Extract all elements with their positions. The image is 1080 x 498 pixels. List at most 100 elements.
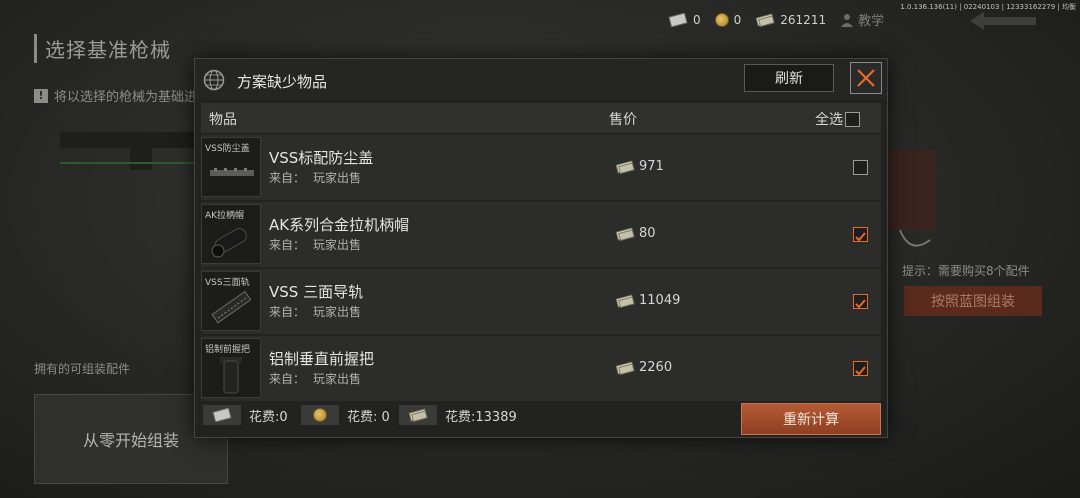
item-checkbox[interactable] — [853, 294, 868, 309]
cash-icon — [615, 159, 635, 174]
weapon-silhouette-left — [60, 132, 200, 170]
tutorial-button[interactable]: 教学 — [840, 10, 884, 29]
item-price: 11049 — [615, 293, 680, 308]
checkmark-icon — [855, 299, 866, 309]
thumbnail-label: 铝制前握把 — [205, 345, 251, 355]
missing-items-dialog: 方案缺少物品 刷新 物品 售价 全选 VSS防尘盖 VSS标配防尘盖 来自： 玩家… — [194, 58, 888, 438]
item-source: 来自： 玩家出售 — [269, 236, 369, 253]
source-prefix: 来自： — [269, 171, 306, 185]
person-icon — [841, 13, 854, 27]
item-list: VSS防尘盖 VSS标配防尘盖 来自： 玩家出售 971 AK拉柄帽 AK系列合金… — [195, 135, 889, 403]
source-prefix: 来自： — [269, 372, 306, 386]
checkmark-icon — [855, 366, 866, 376]
dust-cover-image — [210, 168, 254, 176]
dialog-title: 方案缺少物品 — [237, 73, 328, 91]
voucher-amount: 0 — [693, 12, 701, 27]
page-title: 选择基准枪械 — [34, 34, 171, 63]
price-value: 80 — [639, 226, 656, 241]
notice: ! 将以选择的枪械为基础进 — [34, 86, 197, 105]
item-checkbox[interactable] — [853, 227, 868, 242]
select-all-checkbox[interactable] — [845, 111, 860, 127]
item-source: 来自： 玩家出售 — [269, 370, 369, 387]
dialog-header: 方案缺少物品 刷新 — [195, 59, 887, 99]
globe-icon — [203, 69, 225, 91]
item-name: VSS标配防尘盖 — [269, 149, 374, 167]
item-price: 80 — [615, 226, 656, 241]
item-row[interactable]: VSS防尘盖 VSS标配防尘盖 来自： 玩家出售 971 — [201, 135, 881, 200]
cash-cost-value: 花费:13389 — [445, 409, 517, 425]
cash-icon — [615, 226, 635, 241]
owned-parts-label: 拥有的可组装配件 — [34, 362, 131, 376]
close-icon — [857, 69, 875, 87]
select-all-label: 全选 — [815, 112, 843, 128]
purchase-hint: 提示：需要购买8个配件 — [902, 264, 1030, 278]
item-price: 2260 — [615, 360, 672, 375]
cash-icon — [399, 405, 437, 425]
item-price: 971 — [615, 159, 664, 174]
item-name: VSS 三面导轨 — [269, 283, 364, 301]
source-value: 玩家出售 — [313, 238, 362, 252]
source-prefix: 来自： — [269, 238, 306, 252]
voucher-cost-value: 花费:0 — [249, 409, 288, 425]
item-thumbnail: 铝制前握把 — [201, 338, 261, 398]
back-arrow-icon — [970, 12, 1036, 30]
warning-icon: ! — [34, 88, 48, 103]
back-button[interactable] — [964, 8, 1042, 34]
refresh-button[interactable]: 刷新 — [744, 64, 834, 92]
source-value: 玩家出售 — [313, 171, 362, 185]
rail-image — [211, 290, 252, 324]
item-name: 铝制垂直前握把 — [269, 350, 375, 368]
item-row[interactable]: AK拉柄帽 AK系列合金拉机柄帽 来自： 玩家出售 80 — [201, 202, 881, 267]
blueprint-assemble-button[interactable]: 按照蓝图组装 — [904, 286, 1042, 316]
cash-icon — [755, 12, 775, 27]
price-value: 11049 — [639, 293, 681, 308]
source-prefix: 来自： — [269, 305, 306, 319]
item-thumbnail: VSS防尘盖 — [201, 137, 261, 197]
coin-balance: 0 — [714, 12, 742, 27]
item-thumbnail: AK拉柄帽 — [201, 204, 261, 264]
item-checkbox[interactable] — [853, 160, 868, 175]
thumbnail-label: AK拉柄帽 — [205, 211, 245, 221]
handle-cap-image — [211, 228, 247, 258]
close-button[interactable] — [850, 62, 882, 94]
source-value: 玩家出售 — [313, 305, 362, 319]
cash-icon — [615, 360, 635, 375]
cash-cost: 花费:13389 — [399, 405, 517, 425]
thumbnail-label: VSS三面轨 — [205, 278, 250, 288]
voucher-icon — [203, 405, 241, 425]
cash-amount: 261211 — [780, 12, 827, 27]
column-item: 物品 — [209, 112, 237, 128]
voucher-icon — [668, 12, 688, 27]
voucher-balance: 0 — [668, 12, 701, 27]
cash-icon — [615, 293, 635, 308]
source-value: 玩家出售 — [313, 372, 362, 386]
coin-icon — [714, 12, 729, 27]
item-checkbox[interactable] — [853, 361, 868, 376]
price-value: 2260 — [639, 360, 673, 375]
coin-cost: 花费: 0 — [301, 405, 390, 425]
foregrip-image — [220, 357, 242, 394]
column-price: 售价 — [609, 112, 637, 128]
notice-text: 将以选择的枪械为基础进 — [54, 90, 198, 105]
item-row[interactable]: 铝制前握把 铝制垂直前握把 来自： 玩家出售 2260 — [201, 336, 881, 401]
weapon-silhouette-right — [888, 150, 936, 247]
table-header: 物品 售价 全选 — [201, 103, 881, 133]
item-thumbnail: VSS三面轨 — [201, 271, 261, 331]
item-source: 来自： 玩家出售 — [269, 169, 369, 186]
select-all[interactable]: 全选 — [815, 109, 860, 129]
item-row[interactable]: VSS三面轨 VSS 三面导轨 来自： 玩家出售 11049 — [201, 269, 881, 334]
recalculate-button[interactable]: 重新计算 — [741, 403, 881, 435]
item-source: 来自： 玩家出售 — [269, 303, 369, 320]
item-name: AK系列合金拉机柄帽 — [269, 216, 410, 234]
coin-amount: 0 — [733, 12, 742, 27]
checkmark-icon — [855, 232, 866, 242]
thumbnail-label: VSS防尘盖 — [205, 144, 250, 154]
coin-icon — [301, 405, 339, 425]
cash-balance: 261211 — [755, 13, 826, 27]
voucher-cost: 花费:0 — [203, 405, 288, 425]
currency-bar: 0 0 261211 教学 — [668, 10, 884, 29]
price-value: 971 — [639, 159, 664, 174]
tutorial-label: 教学 — [858, 14, 885, 29]
cost-footer: 花费:0 花费: 0 花费:13389 重新计算 — [195, 401, 889, 435]
coin-cost-value: 花费: 0 — [347, 409, 390, 425]
